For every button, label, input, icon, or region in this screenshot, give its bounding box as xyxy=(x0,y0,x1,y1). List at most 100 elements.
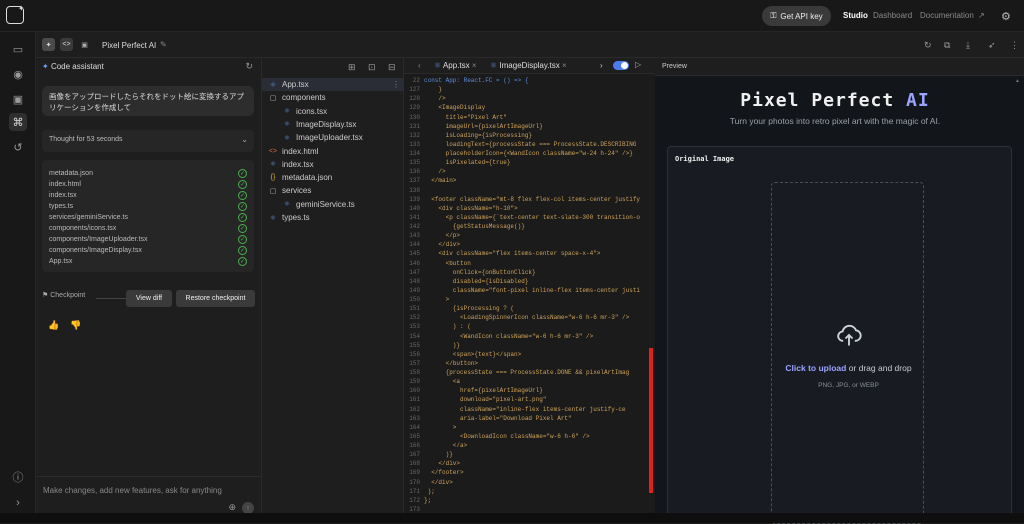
edit-pencil-icon[interactable]: ✎ xyxy=(160,40,167,49)
view-diff-button[interactable]: View diff xyxy=(126,290,172,307)
app-title: Pixel Perfect AI xyxy=(740,90,930,111)
code-line: 131 imageUrl={pixelArtImageUrl} xyxy=(404,122,655,131)
nav-documentation[interactable]: Documentation xyxy=(920,11,974,20)
project-bar: ✦ <> ▣ Pixel Perfect AI ✎ ↻ ⧉ ⤓ ➶ ⋮ xyxy=(36,32,1024,58)
line-text: title="Pixel Art" xyxy=(424,113,507,121)
chat-icon[interactable]: ▭ xyxy=(9,40,27,58)
media-icon[interactable]: ▣ xyxy=(9,90,27,108)
more-icon[interactable]: ⋮ xyxy=(392,80,400,89)
line-text: <DownloadIcon className="w-6 h-6" /> xyxy=(424,432,590,440)
stream-icon[interactable]: ◉ xyxy=(9,65,27,83)
tree-folder[interactable]: ▢ components xyxy=(262,91,404,104)
tree-file[interactable]: ⚛ geminiService.ts xyxy=(262,198,404,211)
code-editor[interactable]: ‹ ⚛ App.tsx × ⚛ ImageDisplay.tsx × › ▷ 2… xyxy=(404,58,655,523)
thumbs-up-icon[interactable]: 👍 xyxy=(48,320,59,331)
preview-toggle[interactable] xyxy=(613,61,629,70)
changed-file-item[interactable]: metadata.json ✓ xyxy=(49,168,247,179)
line-number: 127 xyxy=(409,86,420,94)
sparkle-icon[interactable]: ✦ xyxy=(42,38,55,51)
expand-icon[interactable]: › xyxy=(9,494,27,512)
preview-panel: Preview Pixel Perfect AI Turn your photo… xyxy=(655,58,1024,524)
settings-gear-icon[interactable]: ⚙ xyxy=(1001,10,1011,23)
copy-icon[interactable]: ⧉ xyxy=(944,40,950,51)
line-number: 130 xyxy=(409,113,420,121)
restart-icon[interactable]: ↻ xyxy=(924,40,932,51)
run-icon[interactable]: ▷ xyxy=(635,60,641,69)
changed-file-item[interactable]: services/geminiService.ts ✓ xyxy=(49,212,247,223)
new-file-icon[interactable]: ⊞ xyxy=(348,62,356,73)
code-line: 160 href={pixelArtImageUrl} xyxy=(404,386,655,395)
tree-file[interactable]: ⚛ ImageDisplay.tsx xyxy=(262,118,404,131)
deploy-rocket-icon[interactable]: ➶ xyxy=(988,40,996,51)
tree-label: App.tsx xyxy=(282,80,309,89)
tree-file[interactable]: ⚛ types.ts xyxy=(262,211,404,224)
nav-studio[interactable]: Studio xyxy=(843,11,868,20)
line-text: </footer> xyxy=(424,469,464,477)
line-text: ); xyxy=(424,487,435,495)
add-icon[interactable]: ⊕ xyxy=(228,502,236,513)
changed-file-item[interactable]: types.ts ✓ xyxy=(49,201,247,212)
build-icon[interactable]: ⌘ xyxy=(9,113,27,131)
line-number: 146 xyxy=(409,259,420,267)
line-number: 162 xyxy=(409,405,420,413)
tree-file[interactable]: <> index.html xyxy=(262,145,404,158)
tab-app-tsx[interactable]: ⚛ App.tsx × xyxy=(434,61,477,70)
thumbs-down-icon[interactable]: 👎 xyxy=(70,320,81,331)
restore-checkpoint-button[interactable]: Restore checkpoint xyxy=(176,290,255,307)
code-line: 166 </a> xyxy=(404,441,655,450)
new-file-alt-icon[interactable]: ⊡ xyxy=(368,62,376,73)
changed-file-item[interactable]: components/icons.tsx ✓ xyxy=(49,223,247,234)
code-line: 140 <div className="h-10"> xyxy=(404,204,655,213)
line-text: loadingText={processState === ProcessSta… xyxy=(424,140,637,148)
tree-label: services xyxy=(282,186,312,196)
get-api-key-button[interactable]: ⚿ Get API key xyxy=(762,6,831,26)
tree-label: metadata.json xyxy=(282,173,333,183)
click-to-upload-link[interactable]: Click to upload xyxy=(785,363,846,373)
refresh-icon[interactable]: ↻ xyxy=(245,61,253,72)
new-folder-icon[interactable]: ⊟ xyxy=(388,62,396,73)
check-icon: ✓ xyxy=(238,180,247,189)
upload-dropzone[interactable]: Click to upload or drag and drop PNG, JP… xyxy=(771,182,924,524)
preview-scrollbar[interactable] xyxy=(1014,78,1022,518)
changed-file-item[interactable]: components/ImageUploader.tsx ✓ xyxy=(49,234,247,245)
download-icon[interactable]: ⤓ xyxy=(966,40,970,51)
device-icon[interactable]: ▣ xyxy=(78,38,91,51)
tab-scroll-right-icon[interactable]: › xyxy=(600,61,603,70)
tree-file[interactable]: ⚛ icons.tsx xyxy=(262,105,404,118)
tab-scroll-left-icon[interactable]: ‹ xyxy=(418,61,421,70)
code-line: 133 loadingText={processState === Proces… xyxy=(404,140,655,149)
tree-folder[interactable]: ▢ services xyxy=(262,184,404,197)
get-api-key-label: Get API key xyxy=(780,11,823,21)
line-text: } xyxy=(424,86,443,94)
info-icon[interactable]: ⓘ xyxy=(9,468,27,486)
code-line: 171 ); xyxy=(404,487,655,496)
changed-file-item[interactable]: App.tsx ✓ xyxy=(49,256,247,267)
more-icon[interactable]: ⋮ xyxy=(1010,40,1019,51)
changed-file-name: services/geminiService.ts xyxy=(49,214,128,221)
thought-summary[interactable]: Thought for 53 seconds ⌄ xyxy=(42,130,254,152)
app-tagline: Turn your photos into retro pixel art wi… xyxy=(729,116,941,126)
line-text: <LoadingSpinnerIcon className="w-6 h-6 m… xyxy=(424,314,630,322)
tree-file[interactable]: {} metadata.json xyxy=(262,171,404,184)
file-icon: <> xyxy=(268,147,278,155)
code-line: 172}; xyxy=(404,496,655,505)
top-bar: ✦ ⚿ Get API key Studio Dashboard Documen… xyxy=(0,0,1024,32)
changed-file-item[interactable]: index.tsx ✓ xyxy=(49,190,247,201)
line-text: {processState === ProcessState.DONE && p… xyxy=(424,369,630,376)
line-text: <div className="h-10"> xyxy=(424,204,518,212)
changed-file-item[interactable]: index.html ✓ xyxy=(49,179,247,190)
history-icon[interactable]: ↺ xyxy=(9,138,27,156)
line-number: 156 xyxy=(409,350,420,358)
file-icon: ⚛ xyxy=(269,161,277,169)
tree-file[interactable]: ⚛ ImageUploader.tsx xyxy=(262,131,404,144)
tree-file[interactable]: ⚛ App.tsx ⋮ xyxy=(262,78,404,91)
code-line: 159 <a xyxy=(404,377,655,386)
line-number: 134 xyxy=(409,150,420,157)
changed-file-item[interactable]: components/ImageDisplay.tsx ✓ xyxy=(49,245,247,256)
nav-dashboard[interactable]: Dashboard xyxy=(873,11,912,20)
tab-imagedisplay-tsx[interactable]: ⚛ ImageDisplay.tsx × xyxy=(490,61,567,70)
file-icon: ⚛ xyxy=(283,134,291,142)
key-icon: ⚿ xyxy=(770,11,777,20)
code-icon[interactable]: <> xyxy=(60,38,73,51)
tree-file[interactable]: ⚛ index.tsx xyxy=(262,158,404,171)
